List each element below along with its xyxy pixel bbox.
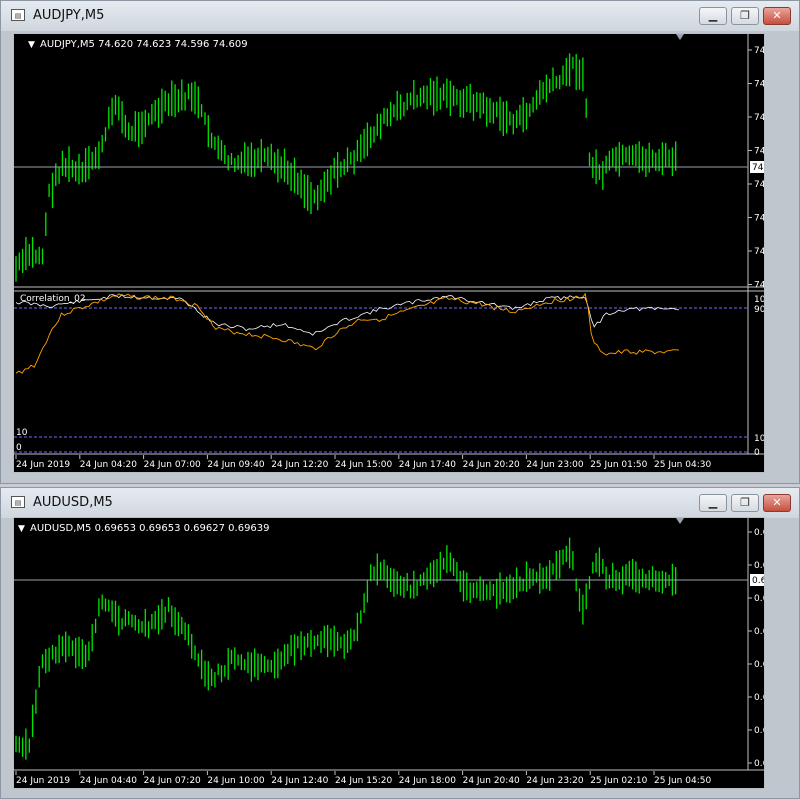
- close-button[interactable]: ✕: [763, 7, 791, 25]
- correlation-line-white: [15, 294, 680, 336]
- minimize-button[interactable]: ▁: [699, 494, 727, 512]
- price-label: 0.69720: [754, 528, 764, 538]
- audusd-chart-window[interactable]: ▤ AUDUSD,M5 ▁ ❐ ✕ ▼ AUDUSD,M5 0.69653 0.…: [0, 487, 800, 799]
- audusd-chart-canvas[interactable]: ▼ AUDUSD,M5 0.69653 0.69653 0.69627 0.69…: [14, 518, 791, 788]
- indicator-name: Correlation_02: [20, 294, 86, 304]
- level-left-label-0: 0: [16, 443, 22, 453]
- time-label: 24 Jun 18:00: [399, 776, 456, 786]
- restore-button[interactable]: ❐: [731, 494, 759, 512]
- price-label: 0.69605: [754, 594, 764, 604]
- svg-text:▼: ▼: [18, 524, 25, 534]
- current-price-label: 0.69639: [752, 576, 764, 586]
- time-label: 24 Jun 23:00: [526, 460, 583, 470]
- price-label: 74.855: [754, 46, 764, 56]
- symbol-info: AUDJPY,M5 74.620 74.623 74.596 74.609: [40, 39, 248, 50]
- chart-shift-marker[interactable]: [676, 34, 684, 40]
- time-label: 24 Jun 15:00: [335, 460, 392, 470]
- time-label: 24 Jun 15:20: [335, 776, 392, 786]
- chart-shift-marker[interactable]: [676, 518, 684, 524]
- svg-text:▼: ▼: [28, 40, 35, 50]
- chart-window-icon: ▤: [11, 9, 25, 21]
- time-label: 25 Jun 04:50: [654, 776, 711, 786]
- time-label: 24 Jun 07:00: [144, 460, 201, 470]
- time-label: 24 Jun 09:40: [207, 460, 264, 470]
- time-label: 24 Jun 17:40: [399, 460, 456, 470]
- level-label-90: 90: [754, 305, 764, 315]
- price-label: 74.715: [754, 113, 764, 123]
- price-label: 74.435: [754, 247, 764, 257]
- time-label: 24 Jun 04:40: [80, 776, 137, 786]
- time-scale: 24 Jun 2019 24 Jun 04:40 24 Jun 07:20 24 Ju…: [15, 771, 711, 786]
- price-label: 0.69665: [754, 561, 764, 571]
- time-label: 24 Jun 20:40: [463, 776, 520, 786]
- close-button[interactable]: ✕: [763, 494, 791, 512]
- price-label: 0.69545: [754, 627, 764, 637]
- price-label: 0.69365: [754, 726, 764, 736]
- audjpy-chart-canvas[interactable]: ▼ AUDJPY,M5 74.620 74.623 74.596 74.609 …: [14, 34, 786, 472]
- restore-button[interactable]: ❐: [731, 7, 759, 25]
- price-label: 74.365: [754, 281, 764, 291]
- price-label: 0.69305: [754, 759, 764, 769]
- time-label: 24 Jun 12:40: [271, 776, 328, 786]
- price-label: 0.69425: [754, 693, 764, 703]
- time-label: 25 Jun 01:50: [590, 460, 647, 470]
- time-label: 24 Jun 2019: [16, 776, 70, 786]
- price-label: 74.645: [754, 147, 764, 157]
- price-label: 74.785: [754, 80, 764, 90]
- chart-area[interactable]: ▼ AUDUSD,M5 0.69653 0.69653 0.69627 0.69…: [13, 517, 791, 789]
- title-bar[interactable]: ▤ AUDUSD,M5 ▁ ❐ ✕: [1, 488, 799, 518]
- price-label: 0.69485: [754, 660, 764, 670]
- symbol-info: AUDUSD,M5 0.69653 0.69653 0.69627 0.6963…: [30, 523, 270, 534]
- minimize-button[interactable]: ▁: [699, 7, 727, 25]
- time-label: 24 Jun 20:20: [463, 460, 520, 470]
- window-title: AUDJPY,M5: [33, 8, 105, 23]
- time-label: 24 Jun 07:20: [144, 776, 201, 786]
- price-scale: 0.69720 0.69665 0.69605 0.69545 0.69485 0.694…: [748, 528, 791, 769]
- chart-window-icon: ▤: [11, 496, 25, 508]
- title-bar[interactable]: ▤ AUDJPY,M5 ▁ ❐ ✕: [1, 1, 799, 31]
- audjpy-chart-window[interactable]: ▤ AUDJPY,M5 ▁ ❐ ✕ ▼ AUDJPY,M5 74.620 74.…: [0, 0, 800, 484]
- time-label: 24 Jun 23:20: [526, 776, 583, 786]
- window-title: AUDUSD,M5: [33, 495, 113, 510]
- current-price-label: 74.609: [752, 163, 764, 173]
- level-label-0: 0: [754, 448, 760, 458]
- time-label: 24 Jun 2019: [16, 460, 70, 470]
- price-bars: [15, 537, 677, 760]
- time-label: 25 Jun 02:10: [590, 776, 647, 786]
- time-label: 25 Jun 04:30: [654, 460, 711, 470]
- time-label: 24 Jun 04:20: [80, 460, 137, 470]
- price-label: 74.575: [754, 180, 764, 190]
- level-left-label-10: 10: [16, 428, 28, 438]
- price-label: 74.505: [754, 214, 764, 224]
- time-label: 24 Jun 10:00: [207, 776, 264, 786]
- time-scale: 24 Jun 2019 24 Jun 04:20 24 Jun 07:00 24 Ju…: [15, 455, 711, 470]
- time-label: 24 Jun 12:20: [271, 460, 328, 470]
- chart-area[interactable]: ▼ AUDJPY,M5 74.620 74.623 74.596 74.609 …: [13, 33, 786, 473]
- correlation-line-orange: [15, 292, 680, 374]
- level-label-100: 100: [754, 295, 764, 305]
- level-label-10: 10: [754, 434, 764, 444]
